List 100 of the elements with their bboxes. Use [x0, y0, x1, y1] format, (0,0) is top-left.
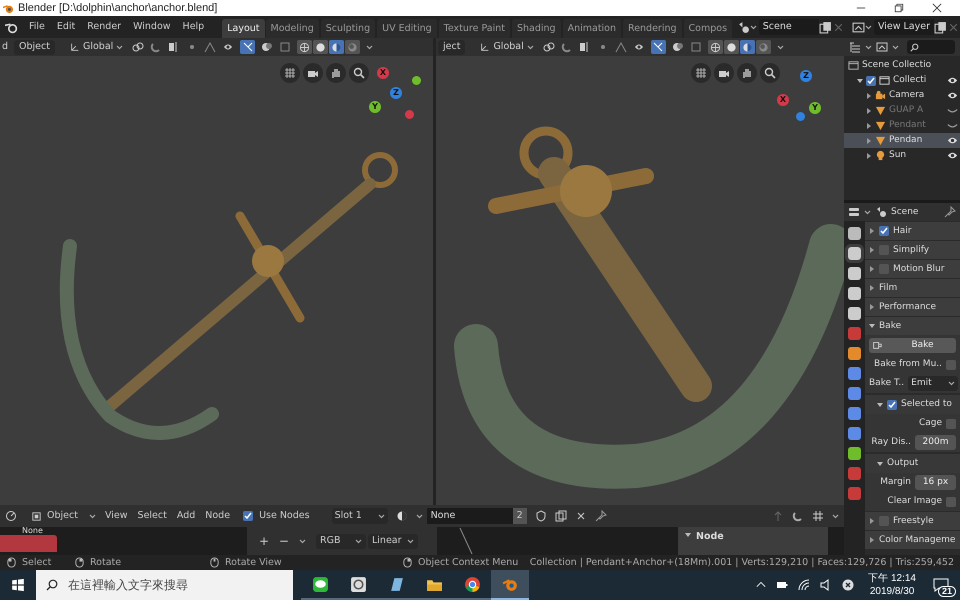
- checkbox[interactable]: [866, 76, 876, 86]
- navigation-button[interactable]: [737, 63, 757, 83]
- 3d-viewport[interactable]: X Z Y: [436, 56, 844, 505]
- workspace-tab[interactable]: Shading: [512, 19, 561, 38]
- solid-shading-button[interactable]: [313, 40, 328, 54]
- checkbox[interactable]: [243, 511, 254, 521]
- scene-field[interactable]: Scene: [758, 19, 819, 35]
- xray-icon[interactable]: [690, 41, 702, 53]
- panel-header[interactable]: Performance: [865, 298, 960, 316]
- node-control-button[interactable]: −: [279, 535, 289, 547]
- expanded-triangle-icon[interactable]: [869, 323, 875, 329]
- image-node[interactable]: [0, 535, 57, 552]
- xray-icon[interactable]: [279, 41, 292, 53]
- transform-orientation-dropdown[interactable]: Global: [477, 40, 537, 54]
- overlays-icon[interactable]: [672, 41, 684, 53]
- material-shading-button[interactable]: [329, 40, 344, 54]
- pin-icon[interactable]: [944, 206, 956, 218]
- menu-item[interactable]: Add: [176, 511, 196, 521]
- shield-icon[interactable]: [534, 510, 547, 522]
- panel-header[interactable]: Color Manageme: [865, 531, 960, 549]
- workspace-tab[interactable]: Compos: [684, 19, 732, 38]
- menu-item[interactable]: File: [22, 18, 51, 36]
- expanded-triangle-icon[interactable]: [877, 402, 883, 408]
- navigation-button[interactable]: [714, 63, 734, 83]
- error-circle-icon[interactable]: [842, 579, 854, 591]
- wifi-icon[interactable]: [798, 579, 810, 591]
- filter-icon[interactable]: [876, 41, 888, 53]
- workspace-tab[interactable]: Rendering: [623, 19, 682, 38]
- mode-dropdown[interactable]: Object: [14, 40, 55, 54]
- menu-item[interactable]: Select: [136, 511, 168, 521]
- number-field[interactable]: 200m: [915, 435, 956, 450]
- parent-node-icon[interactable]: [772, 510, 784, 522]
- number-field[interactable]: 16 px: [915, 475, 956, 490]
- duplicate-icon[interactable]: [818, 20, 832, 34]
- windows-start-icon[interactable]: [11, 578, 25, 592]
- workspace-tab[interactable]: Animation: [562, 19, 622, 38]
- view-layer-field[interactable]: View Layer: [874, 19, 934, 35]
- clock-date[interactable]: 2019/8/30: [870, 586, 914, 596]
- outliner-row[interactable]: Pendan: [844, 133, 960, 148]
- taskbar-search-field[interactable]: 在這裡輸入文字來搜尋: [36, 570, 293, 600]
- subpanel-header[interactable]: Selected to: [865, 395, 960, 414]
- workspace-tab[interactable]: Layout: [222, 19, 265, 38]
- outliner-row[interactable]: Sun: [844, 148, 960, 163]
- menu-item[interactable]: Node: [204, 511, 232, 521]
- expanded-triangle-icon[interactable]: [685, 532, 691, 538]
- 3d-viewport[interactable]: X Z Y: [0, 56, 433, 505]
- panel-header[interactable]: Freestyle: [865, 512, 960, 530]
- navigation-button[interactable]: [280, 63, 300, 83]
- snap-icon[interactable]: [792, 510, 804, 522]
- editor-type-icon[interactable]: [5, 510, 17, 522]
- eye-icon[interactable]: [947, 150, 958, 161]
- material-field[interactable]: None: [426, 508, 513, 524]
- navigation-button[interactable]: [303, 63, 323, 83]
- blender-logo-icon[interactable]: [4, 20, 18, 34]
- collapsed-triangle-icon[interactable]: [866, 152, 872, 158]
- transform-orientation-dropdown[interactable]: Global: [66, 40, 126, 54]
- slot-dropdown[interactable]: Slot 1: [332, 508, 388, 524]
- eye-icon[interactable]: [947, 75, 958, 86]
- menu-item[interactable]: Render: [81, 18, 128, 36]
- bake-button[interactable]: Bake: [869, 338, 956, 352]
- navigation-button[interactable]: [326, 63, 346, 83]
- falloff-curve-icon[interactable]: [204, 41, 216, 53]
- collapsed-triangle-icon[interactable]: [869, 518, 875, 524]
- navigation-button[interactable]: [760, 63, 780, 83]
- overlays-icon[interactable]: [261, 41, 274, 53]
- eye-icon[interactable]: [947, 135, 958, 146]
- snap-target-icon[interactable]: [812, 510, 824, 522]
- clock-time[interactable]: 下午 12:14: [868, 574, 916, 584]
- expanded-triangle-icon[interactable]: [857, 78, 863, 84]
- collapsed-triangle-icon[interactable]: [869, 228, 875, 234]
- menu-item[interactable]: View: [104, 511, 129, 521]
- pin-icon[interactable]: [594, 510, 607, 522]
- checkbox[interactable]: [946, 418, 956, 428]
- battery-icon[interactable]: [776, 579, 788, 591]
- notification-button[interactable]: 21: [926, 573, 956, 597]
- node-canvas[interactable]: None + − RGB Linear Node: [0, 527, 844, 555]
- panel-header[interactable]: Motion Blur: [865, 260, 960, 278]
- pivot-icon[interactable]: [132, 41, 144, 53]
- pivot-icon[interactable]: [542, 41, 555, 53]
- editor-type-icon[interactable]: [848, 206, 860, 218]
- collapsed-triangle-icon[interactable]: [869, 304, 875, 310]
- workspace-tab[interactable]: UV Editing: [377, 19, 437, 38]
- subpanel-header[interactable]: Output: [865, 454, 960, 473]
- node-mode-dropdown[interactable]: Object: [31, 508, 96, 524]
- expanded-triangle-icon[interactable]: [877, 460, 883, 466]
- close-icon[interactable]: [932, 3, 942, 13]
- gizmo-toggle[interactable]: [650, 40, 666, 54]
- outliner-row[interactable]: Collecti: [844, 73, 960, 88]
- checkbox[interactable]: [879, 226, 889, 236]
- restore-icon[interactable]: [894, 3, 904, 13]
- duplicate-icon[interactable]: [934, 20, 948, 34]
- panel-header[interactable]: Bake: [865, 317, 960, 335]
- workspace-tab[interactable]: Texture Paint: [438, 19, 510, 38]
- collapsed-triangle-icon[interactable]: [869, 266, 875, 272]
- color-mode-dropdown[interactable]: RGB: [316, 534, 366, 548]
- navigation-button[interactable]: [691, 63, 711, 83]
- wireframe-shading-button[interactable]: [708, 40, 723, 54]
- collapsed-triangle-icon[interactable]: [866, 138, 872, 144]
- snap-magnet-icon[interactable]: [560, 41, 573, 53]
- gizmo-toggle[interactable]: [240, 40, 256, 54]
